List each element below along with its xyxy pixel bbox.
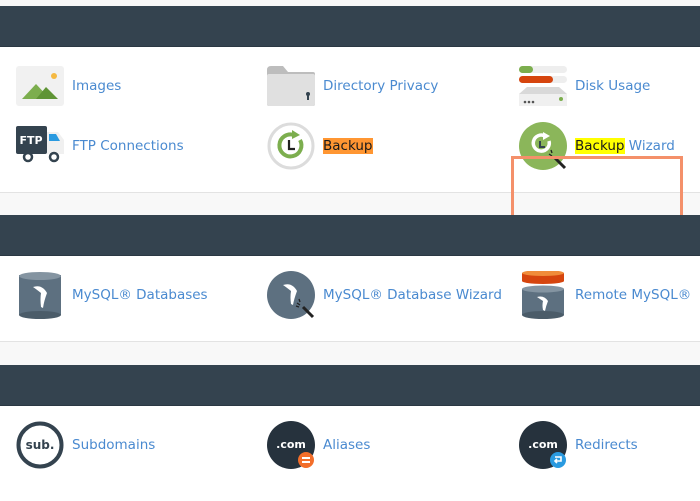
item-label: MySQL® Databases (72, 287, 208, 303)
section-body: sub. Subdomains .com Aliases .com Redire… (0, 406, 700, 501)
item-label: Subdomains (72, 437, 156, 453)
item-redirects[interactable]: .com Redirects (519, 420, 638, 470)
item-label: Remote MySQL® (575, 287, 692, 303)
item-label: Directory Privacy (323, 78, 439, 94)
disk-usage-icon (519, 62, 567, 110)
label-highlight: Backup (323, 138, 373, 154)
backup-icon (267, 122, 315, 170)
item-mysql-databases[interactable]: MySQL® Databases (16, 270, 208, 320)
ftp-truck-icon: FTP (16, 122, 64, 170)
folder-lock-icon (267, 62, 315, 110)
mysql-database-icon (16, 271, 64, 319)
section-domains: sub. Subdomains .com Aliases .com Redire… (0, 365, 700, 501)
item-label: Aliases (323, 437, 371, 453)
item-label: FTP Connections (72, 138, 184, 154)
section-body: MySQL® Databases MySQL® Database Wizard (0, 256, 700, 342)
section-header[interactable] (0, 215, 700, 256)
item-directory-privacy[interactable]: Directory Privacy (267, 61, 438, 111)
backup-wizard-icon (519, 122, 567, 170)
icon-text: .com (528, 438, 558, 451)
item-label: MySQL® Database Wizard (323, 287, 502, 303)
section-databases: MySQL® Databases MySQL® Database Wizard (0, 215, 700, 342)
section-body: Images Directory Privacy Disk Usage FTP … (0, 47, 700, 221)
item-images[interactable]: Images (16, 61, 121, 111)
item-backup-wizard[interactable]: Backup Wizard (519, 121, 675, 171)
mysql-wizard-icon (267, 271, 315, 319)
images-icon (16, 62, 64, 110)
section-header[interactable] (0, 6, 700, 47)
subdomains-icon: sub. (16, 421, 64, 469)
item-label: Backup (323, 138, 373, 154)
item-remote-mysql[interactable]: Remote MySQL® (519, 270, 691, 320)
redirects-icon: .com (519, 421, 567, 469)
item-disk-usage[interactable]: Disk Usage (519, 61, 650, 111)
label-highlight: Backup (575, 138, 625, 154)
item-backup[interactable]: Backup (267, 121, 373, 171)
item-label: Redirects (575, 437, 638, 453)
item-label: Disk Usage (575, 78, 651, 94)
item-aliases[interactable]: .com Aliases (267, 420, 370, 470)
item-mysql-database-wizard[interactable]: MySQL® Database Wizard (267, 270, 502, 320)
label-rest: Wizard (624, 138, 675, 154)
svg-text:FTP: FTP (19, 134, 42, 147)
item-label: Images (72, 78, 122, 94)
aliases-icon: .com (267, 421, 315, 469)
section-header[interactable] (0, 365, 700, 406)
icon-text: .com (276, 438, 306, 451)
item-ftp-connections[interactable]: FTP FTP Connections (16, 121, 184, 171)
item-label: Backup Wizard (575, 138, 675, 154)
section-files: Images Directory Privacy Disk Usage FTP … (0, 6, 700, 221)
remote-mysql-icon (519, 271, 567, 319)
icon-text: sub. (26, 438, 55, 452)
item-subdomains[interactable]: sub. Subdomains (16, 420, 155, 470)
